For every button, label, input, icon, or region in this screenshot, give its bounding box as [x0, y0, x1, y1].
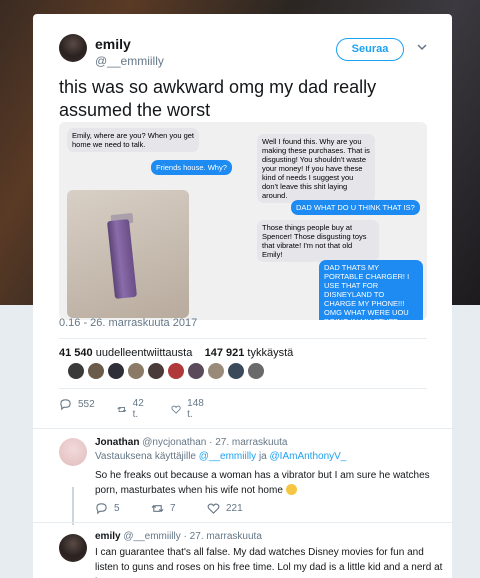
retweet-count: 42 t.: [132, 398, 144, 420]
reply-author-name[interactable]: emily: [95, 531, 121, 542]
chat-bubble: DAD WHAT DO U THINK THAT IS?: [291, 200, 420, 215]
retweet-count: 7: [170, 503, 176, 514]
reply-text-wrap: So he freaks out because a woman has a v…: [95, 468, 435, 498]
reply-author-handle[interactable]: @nycjonathan: [142, 437, 206, 448]
retweet-icon: [151, 504, 164, 513]
smile-emoji-icon: [285, 484, 297, 495]
chat-bubble: Those things people buy at Spencer! Thos…: [257, 220, 379, 262]
reply-author-handle[interactable]: @__emmiilly: [123, 531, 180, 542]
reply-context-and: ja: [258, 451, 267, 462]
liker-avatar[interactable]: [227, 362, 245, 380]
author-handle[interactable]: @__emmiilly: [95, 54, 164, 68]
reply-tweet[interactable]: Jonathan @nycjonathan · 27. marraskuuta …: [33, 428, 452, 520]
liker-avatar[interactable]: [167, 362, 185, 380]
reply-avatar[interactable]: [59, 438, 87, 466]
reply-icon: [60, 399, 71, 411]
author-avatar[interactable]: [59, 34, 87, 62]
reply-author-name[interactable]: Jonathan: [95, 437, 139, 448]
chat-bubble: Friends house. Why?: [151, 160, 232, 175]
reply-date[interactable]: · 27. marraskuuta: [209, 437, 287, 448]
reply-context-user[interactable]: @IAmAnthonyV_: [270, 451, 347, 462]
reply-button[interactable]: 552: [59, 398, 95, 411]
liker-avatar[interactable]: [67, 362, 85, 380]
retweet-button[interactable]: 7: [151, 502, 176, 515]
charger-body: [106, 219, 138, 299]
reply-text: I can guarantee that's all false. My dad…: [95, 547, 443, 578]
reply-header: Jonathan @nycjonathan · 27. marraskuuta: [95, 436, 287, 450]
retweets-label[interactable]: uudelleentwiittausta: [96, 347, 193, 359]
like-count: 148 t.: [187, 398, 204, 420]
liker-avatar[interactable]: [187, 362, 205, 380]
charger-photo: [67, 190, 189, 318]
reply-header: emily @__emmiilly · 27. marraskuuta: [95, 530, 262, 544]
liker-avatar[interactable]: [147, 362, 165, 380]
retweet-button[interactable]: 42 t.: [117, 398, 147, 420]
heart-icon: [207, 503, 220, 514]
reply-text: So he freaks out because a woman has a v…: [95, 470, 430, 496]
retweet-icon: [117, 406, 127, 412]
follow-button[interactable]: Seuraa: [336, 38, 404, 61]
reply-context-user[interactable]: @__emmiilly: [199, 451, 256, 462]
chat-bubble: DAD THATS MY PORTABLE CHARGER! I USE THA…: [319, 260, 423, 320]
divider: [59, 338, 427, 339]
tweet-timestamp[interactable]: 0.16 - 26. marraskuuta 2017: [59, 317, 197, 329]
reply-avatar[interactable]: [59, 534, 87, 562]
chat-bubble: Emily, where are you? When you get home …: [67, 128, 199, 152]
thread-line: [72, 487, 74, 525]
liker-avatar[interactable]: [87, 362, 105, 380]
heart-icon: [171, 405, 181, 414]
liker-avatar[interactable]: [207, 362, 225, 380]
reply-tweet[interactable]: emily @__emmiilly · 27. marraskuuta I ca…: [33, 522, 452, 578]
reply-icon: [96, 503, 107, 515]
divider: [59, 388, 427, 389]
like-button[interactable]: 221: [207, 502, 243, 515]
chevron-down-icon[interactable]: [417, 42, 427, 52]
liker-avatar[interactable]: [107, 362, 125, 380]
tweet-card: emily @__emmiilly Seuraa this was so awk…: [33, 14, 452, 578]
tweet-media[interactable]: Emily, where are you? When you get home …: [59, 122, 427, 320]
reply-count: 5: [114, 503, 120, 514]
liker-avatar[interactable]: [127, 362, 145, 380]
reply-button[interactable]: 5: [95, 502, 120, 515]
reply-context-prefix: Vastauksena käyttäjille: [95, 451, 196, 462]
retweets-count[interactable]: 41 540: [59, 347, 93, 359]
author-name[interactable]: emily: [95, 36, 131, 52]
chat-bubble: Well I found this. Why are you making th…: [257, 134, 375, 203]
like-count: 221: [226, 503, 243, 514]
liker-avatar[interactable]: [247, 362, 265, 380]
reply-context: Vastauksena käyttäjille @__emmiilly ja @…: [95, 450, 346, 464]
likes-label[interactable]: tykkäystä: [247, 347, 293, 359]
reply-date[interactable]: · 27. marraskuuta: [184, 531, 262, 542]
likes-count[interactable]: 147 921: [205, 347, 245, 359]
engagement-stats: 41 540 uudelleentwiittausta 147 921 tykk…: [59, 347, 293, 359]
like-button[interactable]: 148 t.: [171, 398, 207, 420]
tweet-text: this was so awkward omg my dad really as…: [59, 77, 377, 120]
reply-count: 552: [78, 399, 95, 410]
